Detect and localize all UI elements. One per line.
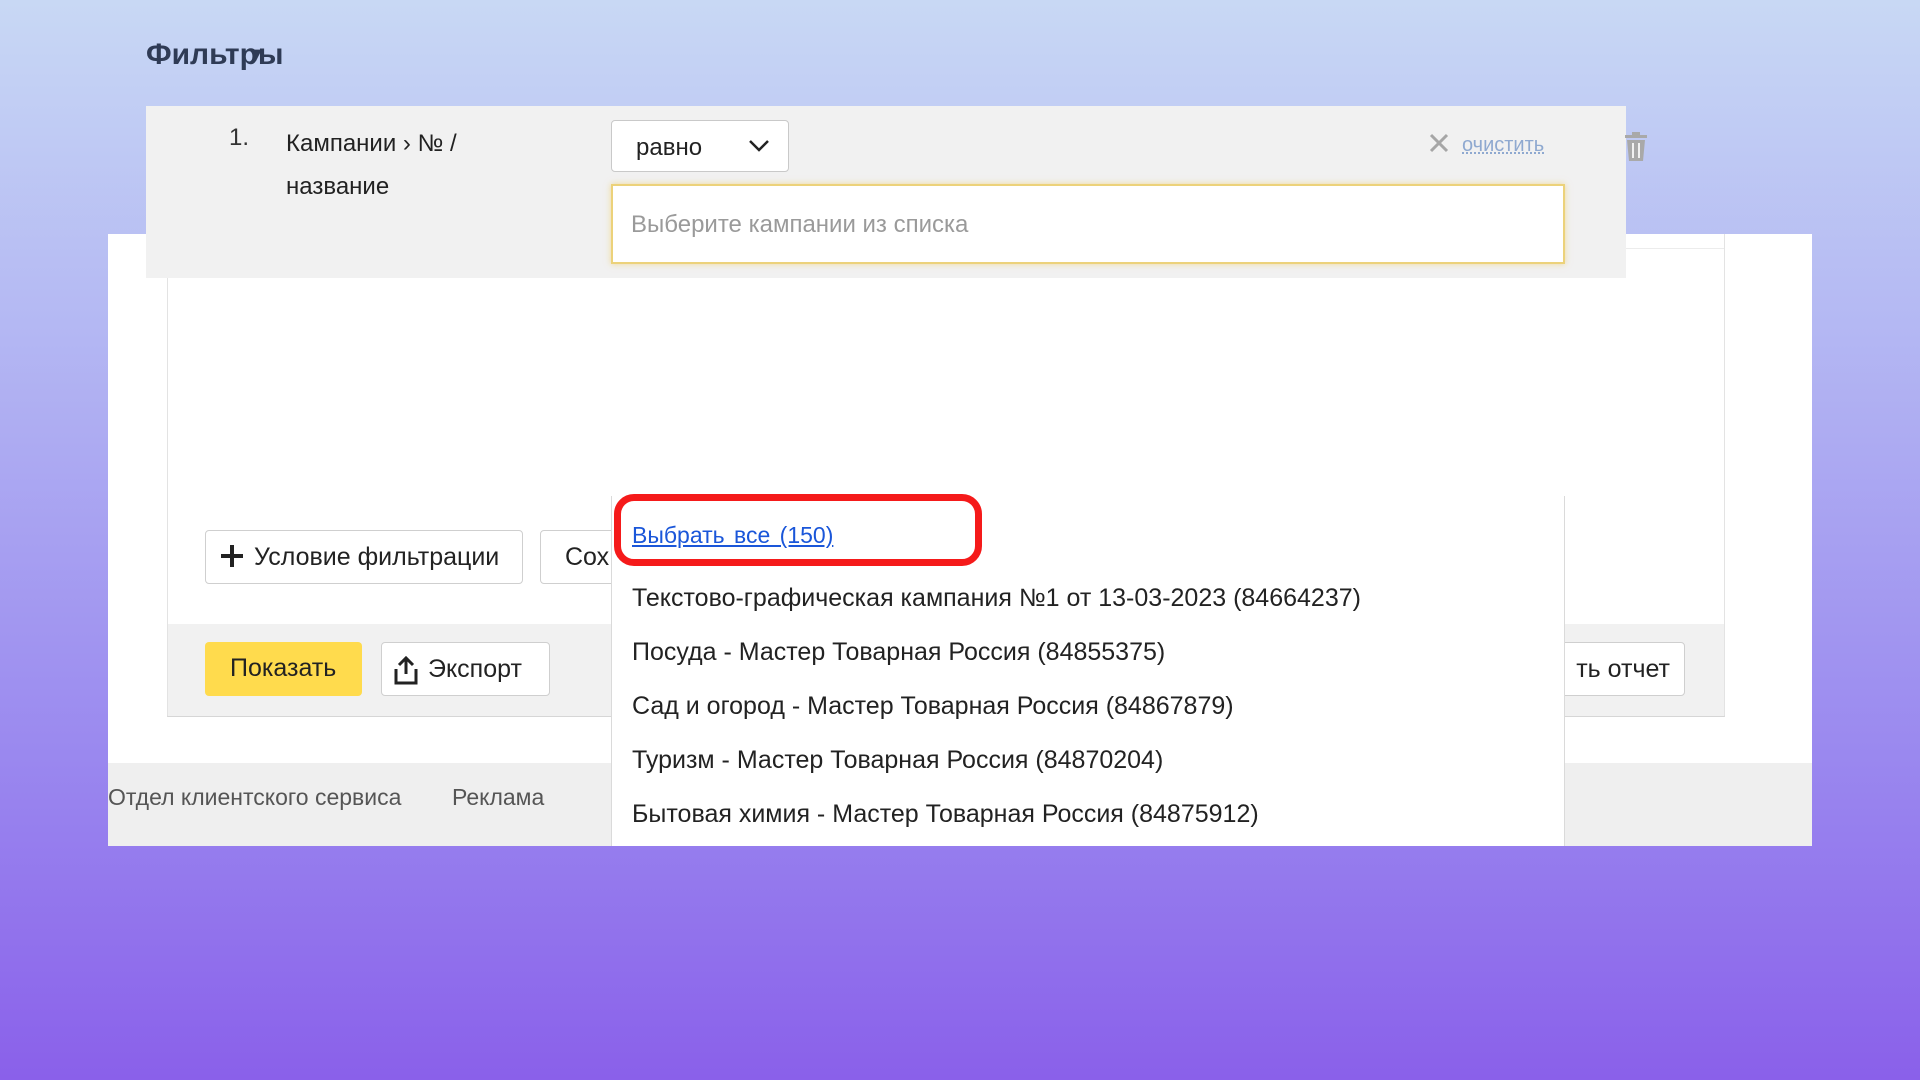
dropdown-option[interactable]: Туризм - Мастер Товарная Россия (8487020… (632, 746, 1163, 775)
filters-toggle-icon[interactable]: ▼ (246, 44, 266, 67)
footer-link-client-service[interactable]: Отдел клиентского сервиса (108, 784, 401, 811)
export-icon (394, 655, 418, 685)
campaign-search-field[interactable] (611, 184, 1565, 264)
operator-select[interactable]: равно (611, 120, 789, 172)
export-button-label: Экспорт (428, 655, 522, 683)
filter-row-number: 1. (229, 124, 250, 151)
show-button[interactable]: Показать (205, 642, 362, 696)
operator-value: равно (636, 134, 703, 161)
filter-field-label-line2: название (286, 173, 390, 200)
footer-link-advertising[interactable]: Реклама (452, 784, 544, 811)
add-filter-condition-label: Условие фильтрации (254, 543, 500, 571)
dropdown-option[interactable]: Сад и огород - Мастер Товарная Россия (8… (632, 692, 1234, 721)
dropdown-option[interactable]: Текстово-графическая кампания №1 от 13-0… (632, 584, 1361, 613)
export-button[interactable]: Экспорт (381, 642, 550, 696)
campaign-search-input[interactable] (629, 206, 1533, 244)
filter-field-label: Кампании › № / название (286, 122, 516, 208)
show-button-label: Показать (230, 654, 337, 682)
filter-field-label-line1: Кампании › № / (286, 130, 457, 157)
trash-icon[interactable] (1624, 132, 1648, 162)
add-filter-condition-button[interactable]: Условие фильтрации (205, 530, 523, 584)
chevron-down-icon (749, 140, 769, 152)
save-filter-label: Сох (565, 543, 610, 571)
dropdown-option[interactable]: Бытовая химия - Мастер Товарная Россия (… (632, 800, 1259, 829)
clear-link[interactable]: очистить (1462, 134, 1544, 157)
close-icon[interactable] (1428, 132, 1450, 154)
dropdown-option[interactable]: Посуда - Мастер Товарная Россия (8485537… (632, 638, 1165, 667)
plus-icon (221, 545, 243, 567)
highlight-annotation (614, 494, 982, 566)
